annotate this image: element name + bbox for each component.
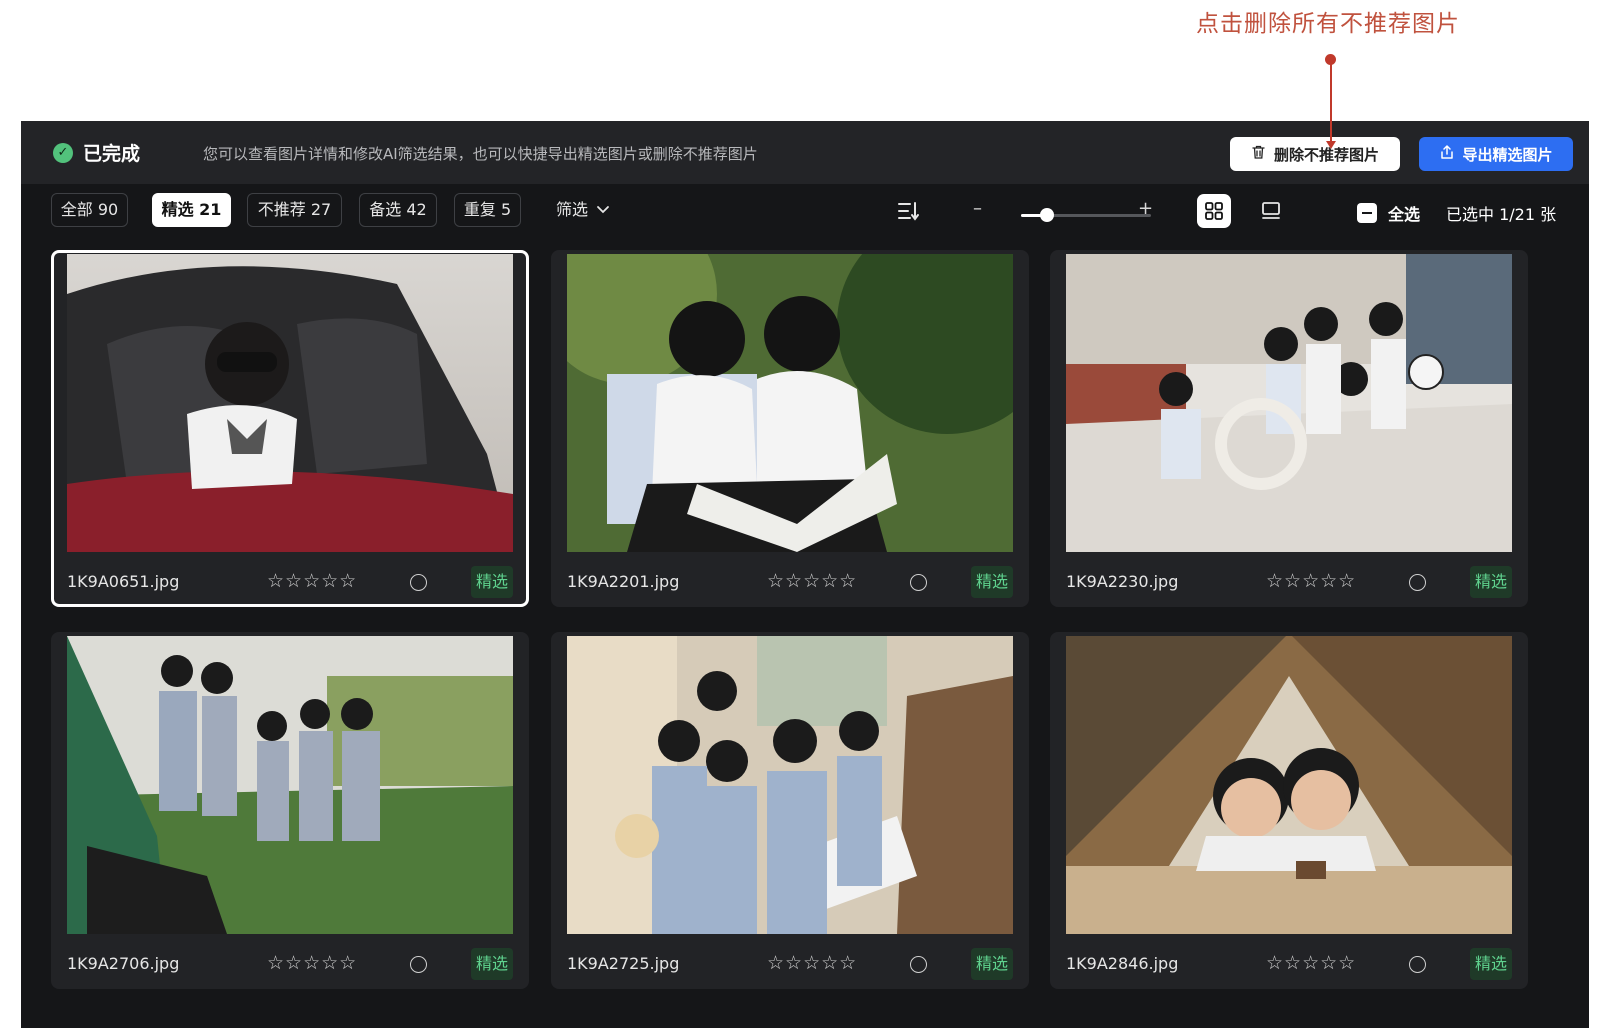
pick-badge: 精选 [971,566,1013,598]
photo-filename: 1K9A0651.jpg [67,572,180,591]
delete-not-recommended-button[interactable]: 删除不推荐图片 [1230,137,1400,171]
tab-all[interactable]: 全部 90 [51,193,128,227]
select-all-checkbox[interactable] [1357,203,1377,223]
photo-card[interactable]: 1K9A0651.jpg ☆☆☆☆☆ 精选 [51,250,529,607]
tab-not-recommended[interactable]: 不推荐 27 [247,193,342,227]
pick-badge: 精选 [471,948,513,980]
header-hint: 您可以查看图片详情和修改AI筛选结果，也可以快捷导出精选图片或删除不推荐图片 [203,145,758,163]
select-circle-icon[interactable] [910,574,927,591]
photo-card[interactable]: 1K9A2846.jpg ☆☆☆☆☆ 精选 [1050,632,1528,989]
photo-card[interactable]: 1K9A2230.jpg ☆☆☆☆☆ 精选 [1050,250,1528,607]
photo-thumbnail[interactable] [1066,636,1512,934]
star-rating[interactable]: ☆☆☆☆☆ [767,952,857,974]
pick-badge: 精选 [1470,566,1512,598]
photo-filename: 1K9A2706.jpg [67,954,180,973]
tab-picks[interactable]: 精选 21 [152,193,231,227]
select-circle-icon[interactable] [910,956,927,973]
pick-badge: 精选 [971,948,1013,980]
trash-icon [1251,144,1266,164]
star-rating[interactable]: ☆☆☆☆☆ [267,952,357,974]
sort-icon[interactable] [892,194,926,228]
photo-filename: 1K9A2201.jpg [567,572,680,591]
zoom-in-button[interactable]: + [1138,198,1153,219]
zoom-out-button[interactable]: – [973,198,982,219]
pick-badge: 精选 [471,566,513,598]
star-rating[interactable]: ☆☆☆☆☆ [1266,952,1356,974]
filter-label: 筛选 [556,200,589,219]
chevron-down-icon [596,193,610,227]
annotation-label: 点击删除所有不推荐图片 [1196,11,1460,37]
photo-filename: 1K9A2725.jpg [567,954,680,973]
photo-review-panel: ✓ 已完成 您可以查看图片详情和修改AI筛选结果，也可以快捷导出精选图片或删除不… [21,121,1589,1028]
annotation-line [1330,60,1332,144]
zoom-slider-thumb[interactable] [1040,208,1054,222]
status-text: 已完成 [83,143,141,165]
check-circle-icon: ✓ [53,143,73,163]
header-bar: ✓ 已完成 您可以查看图片详情和修改AI筛选结果，也可以快捷导出精选图片或删除不… [21,121,1589,184]
photo-card[interactable]: 1K9A2725.jpg ☆☆☆☆☆ 精选 [551,632,1029,989]
annotation-arrow [1326,141,1336,149]
photo-thumbnail[interactable] [67,254,513,552]
select-circle-icon[interactable] [410,574,427,591]
select-circle-icon[interactable] [1409,956,1426,973]
tab-duplicates[interactable]: 重复 5 [454,193,521,227]
star-rating[interactable]: ☆☆☆☆☆ [767,570,857,592]
export-picks-button[interactable]: 导出精选图片 [1419,137,1573,171]
photo-card[interactable]: 1K9A2201.jpg ☆☆☆☆☆ 精选 [551,250,1029,607]
export-button-label: 导出精选图片 [1462,145,1553,164]
photo-thumbnail[interactable] [1066,254,1512,552]
photo-thumbnail[interactable] [567,636,1013,934]
photo-thumbnail[interactable] [567,254,1013,552]
photo-card[interactable]: 1K9A2706.jpg ☆☆☆☆☆ 精选 [51,632,529,989]
select-circle-icon[interactable] [1409,574,1426,591]
star-rating[interactable]: ☆☆☆☆☆ [1266,570,1356,592]
selected-count: 已选中 1/21 张 [1446,205,1557,224]
photo-thumbnail[interactable] [67,636,513,934]
filter-toolbar: 全部 90 精选 21 不推荐 27 备选 42 重复 5 筛选 – + 全选 … [21,184,1589,246]
grid-view-icon[interactable] [1197,194,1231,228]
single-view-icon[interactable] [1254,194,1288,228]
star-rating[interactable]: ☆☆☆☆☆ [267,570,357,592]
tab-alternates[interactable]: 备选 42 [359,193,437,227]
select-circle-icon[interactable] [410,956,427,973]
photo-filename: 1K9A2230.jpg [1066,572,1179,591]
select-all-label[interactable]: 全选 [1388,201,1420,225]
share-upload-icon [1439,144,1455,164]
photo-filename: 1K9A2846.jpg [1066,954,1179,973]
filter-dropdown[interactable]: 筛选 [556,193,610,227]
page: 点击删除所有不推荐图片 ✓ 已完成 您可以查看图片详情和修改AI筛选结果，也可以… [0,0,1600,1032]
pick-badge: 精选 [1470,948,1512,980]
